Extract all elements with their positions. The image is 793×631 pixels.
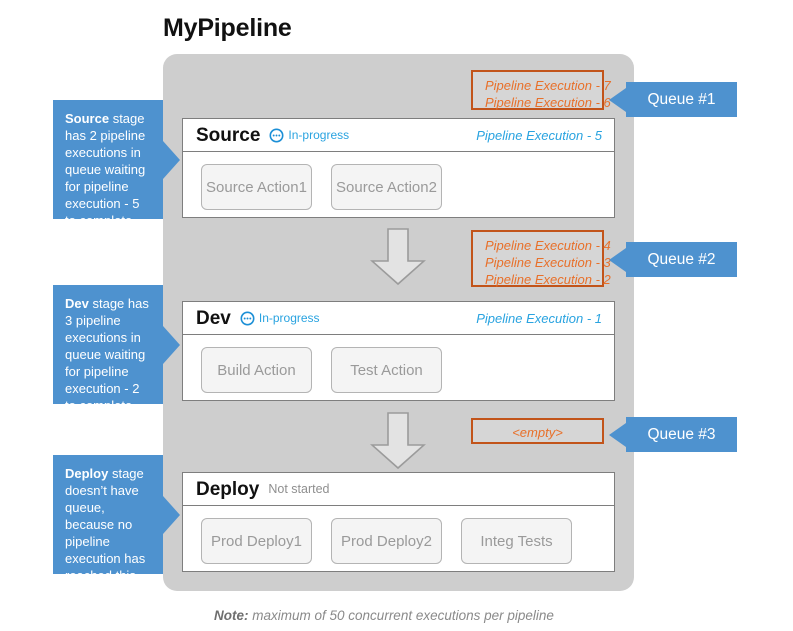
stage-actions: Prod Deploy1 Prod Deploy2 Integ Tests [183,506,614,564]
action-box[interactable]: Prod Deploy2 [331,518,442,564]
queue-callout-label: Queue #1 [647,90,716,108]
queue-item: Pipeline Execution - 2 [485,272,611,287]
stage-actions: Source Action1 Source Action2 [183,152,614,210]
note-callout-source: Source stage has 2 pipeline executions i… [53,100,180,228]
stage-name: Source [196,124,261,146]
queue-callout-2: Queue #2 [609,242,737,277]
stage-deploy[interactable]: Deploy Not started Prod Deploy1 Prod Dep… [182,472,615,572]
queue-callout-1: Queue #1 [609,82,737,117]
queue-item: Pipeline Execution - 7 [485,78,611,93]
footer-note-text: maximum of 50 concurrent executions per … [252,608,554,623]
stage-status-label: In-progress [288,128,350,142]
callout-arrow-right-icon [163,325,180,364]
note-callout-dev: Dev stage has 3 pipeline executions in q… [53,285,180,413]
stage-name: Deploy [196,478,260,500]
stage-header: Dev In-progress Pipeline Execution - 1 [183,302,614,335]
action-box[interactable]: Integ Tests [461,518,572,564]
note-callout-bold: Deploy [65,466,109,481]
note-callout-bold: Dev [65,296,89,311]
stage-status-label: In-progress [258,311,320,325]
queue-item: Pipeline Execution - 6 [485,95,611,110]
queue-item-empty: <empty> [512,425,563,440]
callout-arrow-left-icon [609,87,626,112]
queue-box-3: <empty> [471,418,604,444]
stage-header: Deploy Not started [183,473,614,506]
callout-arrow-left-icon [609,247,626,272]
stage-header: Source In-progress Pipeline Execution - … [183,119,614,152]
queue-callout-3: Queue #3 [609,417,737,452]
stage-name: Dev [196,307,231,329]
note-callout-deploy: Deploy stage doesn’t have queue, because… [53,455,180,600]
stage-dev[interactable]: Dev In-progress Pipeline Execution - 1 B… [182,301,615,401]
action-box[interactable]: Build Action [201,347,312,393]
action-box[interactable]: Prod Deploy1 [201,518,312,564]
stage-source[interactable]: Source In-progress Pipeline Execution - … [182,118,615,218]
stage-execution-label: Pipeline Execution - 5 [476,127,602,143]
queue-item: Pipeline Execution - 3 [485,255,611,270]
in-progress-circle-icon [269,128,284,142]
action-box[interactable]: Test Action [331,347,442,393]
note-callout-text: stage has 2 pipeline executions in queue… [65,111,146,228]
note-callout-text: stage doesn’t have queue, because no pip… [65,466,146,600]
footer-note-label: Note: [214,608,249,623]
flow-arrow-down-icon [369,412,427,475]
callout-arrow-right-icon [163,140,180,179]
note-callout-text: stage has 3 pipeline executions in queue… [65,296,149,413]
page-title: MyPipeline [163,14,292,42]
action-box[interactable]: Source Action2 [331,164,442,210]
callout-arrow-left-icon [609,422,626,447]
action-box[interactable]: Source Action1 [201,164,312,210]
footer-note: Note: maximum of 50 concurrent execution… [214,608,554,623]
stage-status: In-progress [269,128,349,143]
in-progress-circle-icon [240,311,255,325]
stage-status: In-progress [240,311,320,326]
callout-arrow-right-icon [163,495,180,534]
queue-box-1: Pipeline Execution - 7 Pipeline Executio… [471,70,611,110]
queue-box-2: Pipeline Execution - 4 Pipeline Executio… [471,230,611,287]
stage-actions: Build Action Test Action [183,335,614,393]
queue-item: Pipeline Execution - 4 [485,238,611,253]
note-callout-bold: Source [65,111,110,126]
flow-arrow-down-icon [369,228,427,291]
queue-callout-label: Queue #2 [647,250,716,268]
stage-execution-label: Pipeline Execution - 1 [476,310,602,326]
queue-callout-label: Queue #3 [647,425,716,443]
stage-status-label: Not started [268,481,330,496]
